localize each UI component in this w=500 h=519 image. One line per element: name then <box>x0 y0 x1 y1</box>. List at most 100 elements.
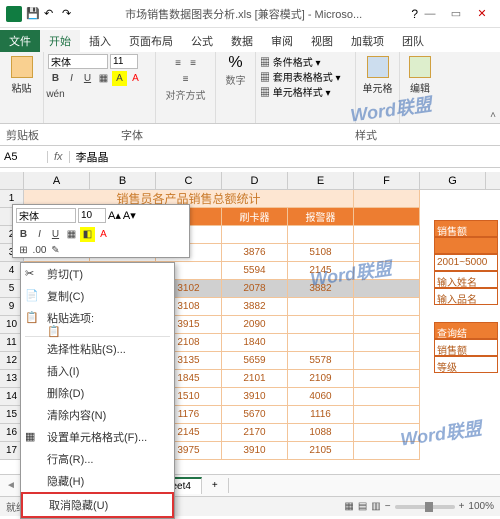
col-a[interactable]: A <box>24 172 90 189</box>
zoom-in-icon[interactable]: + <box>459 501 465 512</box>
cell[interactable] <box>354 406 420 424</box>
menu-item[interactable]: 📄复制(C) <box>21 285 174 307</box>
tab-home[interactable]: 开始 <box>40 30 80 52</box>
cell[interactable]: 2109 <box>288 370 354 388</box>
cell[interactable] <box>354 244 420 262</box>
mini-font-name[interactable] <box>16 208 76 223</box>
mini-fontcolor-icon[interactable]: A <box>96 227 111 242</box>
cell[interactable] <box>354 208 420 226</box>
mini-format-icon[interactable]: ✎ <box>48 243 63 258</box>
underline-icon[interactable]: U <box>80 71 95 86</box>
cell[interactable]: 3882 <box>222 298 288 316</box>
menu-item[interactable]: 行高(R)... <box>21 448 174 470</box>
side-cell[interactable]: 等级 <box>434 356 498 373</box>
cell[interactable] <box>354 388 420 406</box>
cell[interactable] <box>354 352 420 370</box>
cell[interactable]: 5659 <box>222 352 288 370</box>
mini-border-icon[interactable]: ▦ <box>64 227 79 242</box>
undo-icon[interactable]: ↶ <box>44 7 58 21</box>
mini-decimal-icon[interactable]: .00 <box>32 243 47 258</box>
cell[interactable]: 4060 <box>288 388 354 406</box>
cell[interactable] <box>354 226 420 244</box>
fill-icon[interactable]: A <box>112 71 127 86</box>
cell[interactable]: 2170 <box>222 424 288 442</box>
mini-italic-icon[interactable]: I <box>32 227 47 242</box>
paste-options[interactable]: 📋 <box>21 329 174 335</box>
cell[interactable] <box>354 442 420 460</box>
side-cell[interactable] <box>434 237 498 254</box>
menu-item[interactable]: 📋粘贴选项: <box>21 307 174 329</box>
tab-formula[interactable]: 公式 <box>182 30 222 52</box>
cell[interactable] <box>354 424 420 442</box>
cell[interactable] <box>354 190 420 208</box>
cell[interactable]: 1088 <box>288 424 354 442</box>
cell[interactable]: 3876 <box>222 244 288 262</box>
cell[interactable] <box>222 226 288 244</box>
minimize-icon[interactable]: — <box>418 5 442 23</box>
mini-merge-icon[interactable]: ⊞ <box>16 243 31 258</box>
side-cell[interactable]: 2001~5000 <box>434 254 498 271</box>
menu-item[interactable]: 选择性粘贴(S)... <box>21 338 174 360</box>
cell[interactable]: 3882 <box>288 280 354 298</box>
view-break-icon[interactable]: ▥ <box>371 501 380 512</box>
tab-insert[interactable]: 插入 <box>80 30 120 52</box>
italic-icon[interactable]: I <box>64 71 79 86</box>
fx-icon[interactable]: fx <box>48 151 70 163</box>
cell[interactable]: 5670 <box>222 406 288 424</box>
help-icon[interactable]: ? <box>411 7 418 21</box>
side-cell[interactable]: 输入姓名 <box>434 271 498 288</box>
cell[interactable] <box>354 280 420 298</box>
tab-addins[interactable]: 加载项 <box>342 30 393 52</box>
collapse-ribbon-icon[interactable]: ˄ <box>490 110 496 121</box>
cell[interactable]: 2090 <box>222 316 288 334</box>
col-g[interactable]: G <box>420 172 486 189</box>
bold-icon[interactable]: B <box>48 71 63 86</box>
view-layout-icon[interactable]: ▤ <box>358 501 367 512</box>
align-mid-icon[interactable]: ≡ <box>186 56 201 71</box>
side-cell[interactable]: 销售额 <box>434 339 498 356</box>
tab-layout[interactable]: 页面布局 <box>120 30 182 52</box>
cell[interactable]: 2145 <box>288 262 354 280</box>
cell[interactable] <box>288 316 354 334</box>
menu-item[interactable]: 清除内容(N) <box>21 404 174 426</box>
font-size-input[interactable] <box>110 54 138 69</box>
menu-item[interactable]: ✂剪切(T) <box>21 263 174 285</box>
side-cell[interactable]: 销售额 <box>434 220 498 237</box>
side-cell[interactable]: 查询结 <box>434 322 498 339</box>
menu-item[interactable]: 取消隐藏(U) <box>21 492 174 518</box>
select-all-corner[interactable] <box>0 172 24 189</box>
cells-button[interactable]: 单元格 <box>360 54 395 97</box>
fontcolor-icon[interactable]: A <box>128 71 143 86</box>
cell[interactable]: 5578 <box>288 352 354 370</box>
cell[interactable] <box>354 370 420 388</box>
cell[interactable]: 1116 <box>288 406 354 424</box>
tab-review[interactable]: 审阅 <box>262 30 302 52</box>
table-format-button[interactable]: ▦ 套用表格格式 ▾ <box>260 69 351 84</box>
align-top-icon[interactable]: ≡ <box>171 56 186 71</box>
menu-item[interactable]: 删除(D) <box>21 382 174 404</box>
grow-font-icon[interactable]: A▴ <box>108 209 121 222</box>
mini-fill-icon[interactable]: ◧ <box>80 227 95 242</box>
header-cell[interactable]: 报警器 <box>288 208 354 226</box>
zoom-out-icon[interactable]: − <box>385 501 391 512</box>
new-sheet-button[interactable]: + <box>202 478 229 493</box>
font-name-input[interactable] <box>48 54 108 69</box>
col-e[interactable]: E <box>288 172 354 189</box>
paste-button[interactable]: 粘贴 <box>4 54 39 97</box>
menu-item[interactable]: 隐藏(H) <box>21 470 174 492</box>
sheet-nav-prev-icon[interactable]: ◄ <box>0 480 22 491</box>
mini-underline-icon[interactable]: U <box>48 227 63 242</box>
cell[interactable] <box>354 316 420 334</box>
menu-item[interactable]: 插入(I) <box>21 360 174 382</box>
cell[interactable] <box>354 298 420 316</box>
zoom-slider[interactable] <box>395 505 455 509</box>
col-d[interactable]: D <box>222 172 288 189</box>
cell[interactable]: 3910 <box>222 442 288 460</box>
shrink-font-icon[interactable]: A▾ <box>123 209 136 222</box>
menu-item[interactable]: ▦设置单元格格式(F)... <box>21 426 174 448</box>
mini-toolbar[interactable]: A▴ A▾ B I U ▦ ◧ A ⊞ .00 ✎ <box>12 204 190 258</box>
tab-team[interactable]: 团队 <box>393 30 433 52</box>
close-icon[interactable]: ✕ <box>470 5 494 23</box>
cell[interactable]: 1840 <box>222 334 288 352</box>
cell[interactable]: 5108 <box>288 244 354 262</box>
